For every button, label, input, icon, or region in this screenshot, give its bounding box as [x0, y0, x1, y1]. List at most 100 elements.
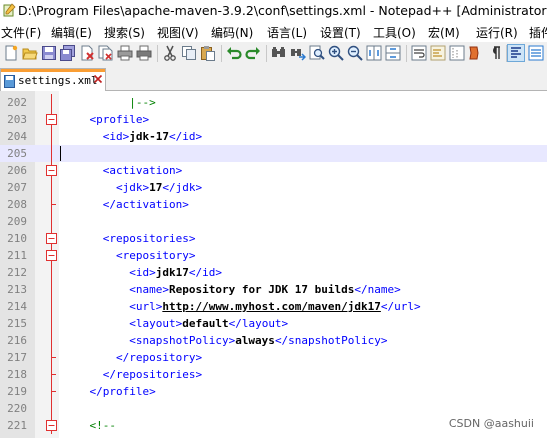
sync-horizontal-icon[interactable] [385, 45, 401, 61]
xml-tag: </profile> [63, 385, 156, 398]
code-line[interactable]: 212 <id>jdk17</id> [0, 264, 547, 281]
show-all-chars-icon[interactable] [430, 45, 446, 61]
indent-guide-icon[interactable] [449, 45, 465, 61]
code-line[interactable]: 213 <name>Repository for JDK 17 builds</… [0, 281, 547, 298]
menu-edit[interactable]: 编辑(E) [51, 24, 92, 41]
open-file-icon[interactable] [22, 45, 38, 61]
menu-tools[interactable]: 工具(O) [373, 24, 416, 41]
code-line[interactable]: 216 <snapshotPolicy>always</snapshotPoli… [0, 332, 547, 349]
url-link[interactable]: http://www.myhost.com/maven/jdk17 [162, 300, 381, 313]
function-list-icon[interactable] [528, 45, 544, 61]
line-number: 217 [7, 351, 27, 364]
fold-line-marker [51, 383, 56, 400]
code-text: <layout>default</layout> [63, 315, 288, 332]
sync-vertical-icon[interactable] [366, 45, 382, 61]
menu-settings[interactable]: 设置(T) [320, 24, 361, 41]
fold-line-marker [51, 315, 52, 332]
fold-line-marker [51, 366, 56, 383]
fold-toggle-icon[interactable] [46, 230, 57, 247]
new-file-icon[interactable] [3, 45, 19, 61]
tab-settings-xml[interactable]: settings.xml [0, 68, 106, 91]
replace-icon[interactable] [290, 45, 306, 61]
code-line[interactable]: 207 <jdk>17</jdk> [0, 179, 547, 196]
xml-tag: </id> [188, 266, 222, 279]
notepad-app-icon [3, 3, 16, 17]
code-editor[interactable]: 202 |--> 203 <profile> 204 <id>jdk-17</id>… [0, 91, 547, 438]
code-text: <url>http://www.myhost.com/maven/jdk17</… [63, 298, 420, 315]
code-line[interactable]: 206 <activation> [0, 162, 547, 179]
code-line[interactable]: 209 [0, 213, 547, 230]
xml-tag: <activation> [63, 164, 183, 177]
save-all-icon[interactable] [60, 45, 76, 61]
code-line[interactable]: 219 </profile> [0, 383, 547, 400]
fold-line-marker [51, 281, 52, 298]
xml-tag: <repositories> [63, 232, 196, 245]
menu-encoding[interactable]: 编码(N) [211, 24, 253, 41]
print-icon[interactable] [117, 45, 133, 61]
close-tab-icon[interactable] [93, 74, 103, 84]
code-line[interactable]: 215 <layout>default</layout> [0, 315, 547, 332]
cut-icon[interactable] [162, 45, 178, 61]
menu-language[interactable]: 语言(L) [267, 24, 307, 41]
menu-file[interactable]: 文件(F) [1, 24, 41, 41]
close-all-icon[interactable] [98, 45, 114, 61]
watermark: CSDN @aashuii [448, 417, 534, 430]
xml-tag: </layout> [228, 317, 289, 330]
copy-icon[interactable] [181, 45, 197, 61]
code-line[interactable]: 218 </repositories> [0, 366, 547, 383]
zoom-in-icon[interactable] [328, 45, 344, 61]
undo-icon[interactable] [226, 45, 242, 61]
file-saved-icon [4, 75, 15, 88]
code-line[interactable]: 203 <profile> [0, 111, 547, 128]
zoom-out-icon[interactable] [347, 45, 363, 61]
fold-toggle-icon[interactable] [46, 247, 57, 264]
line-number: 210 [7, 232, 27, 245]
code-line[interactable]: 214 <url>http://www.myhost.com/maven/jdk… [0, 298, 547, 315]
line-number: 212 [7, 266, 27, 279]
menu-run[interactable]: 运行(R) [476, 24, 518, 41]
find-icon[interactable] [271, 45, 287, 61]
element-value: 17 [149, 181, 163, 194]
user-language-icon[interactable] [468, 45, 484, 61]
xml-tag: <repository> [63, 249, 196, 262]
line-number: 207 [7, 181, 27, 194]
code-line[interactable]: 202 |--> [0, 94, 547, 111]
code-line[interactable]: 205 [0, 145, 547, 162]
xml-tag: </snapshotPolicy> [274, 334, 388, 347]
code-text: <repositories> [63, 230, 196, 247]
fold-toggle-icon[interactable] [46, 111, 57, 128]
code-line[interactable]: 220 [0, 400, 547, 417]
xml-tag: </repositories> [63, 368, 203, 381]
line-number: 218 [7, 368, 27, 381]
menu-search[interactable]: 搜索(S) [104, 24, 145, 41]
xml-tag: <layout> [63, 317, 183, 330]
code-text: <jdk>17</jdk> [63, 179, 202, 196]
menu-view[interactable]: 视图(V) [157, 24, 199, 41]
code-text: </repositories> [63, 366, 202, 383]
close-file-icon[interactable] [79, 45, 95, 61]
fold-toggle-icon[interactable] [46, 162, 57, 179]
fold-toggle-icon[interactable] [46, 417, 57, 434]
line-number: 214 [7, 300, 27, 313]
code-line[interactable]: 204 <id>jdk-17</id> [0, 128, 547, 145]
print-now-icon[interactable] [136, 45, 152, 61]
line-number: 208 [7, 198, 27, 211]
paste-icon[interactable] [200, 45, 216, 61]
redo-icon[interactable] [245, 45, 261, 61]
code-line[interactable]: 217 </repository> [0, 349, 547, 366]
menu-macro[interactable]: 宏(M) [428, 24, 460, 41]
fold-line-marker [51, 332, 52, 349]
save-icon[interactable] [41, 45, 57, 61]
code-line[interactable]: 211 <repository> [0, 247, 547, 264]
document-map-icon[interactable] [507, 44, 525, 62]
find-in-files-icon[interactable] [309, 45, 325, 61]
xml-tag: <profile> [63, 113, 150, 126]
menu-plugins[interactable]: 插件 [529, 24, 547, 41]
xml-tag: <url> [63, 300, 163, 313]
paragraph-icon[interactable] [487, 45, 503, 61]
code-line[interactable]: 210 <repositories> [0, 230, 547, 247]
xml-tag: <name> [63, 283, 169, 296]
code-line[interactable]: 208 </activation> [0, 196, 547, 213]
code-text: <id>jdk-17</id> [63, 128, 202, 145]
word-wrap-icon[interactable] [411, 45, 427, 61]
